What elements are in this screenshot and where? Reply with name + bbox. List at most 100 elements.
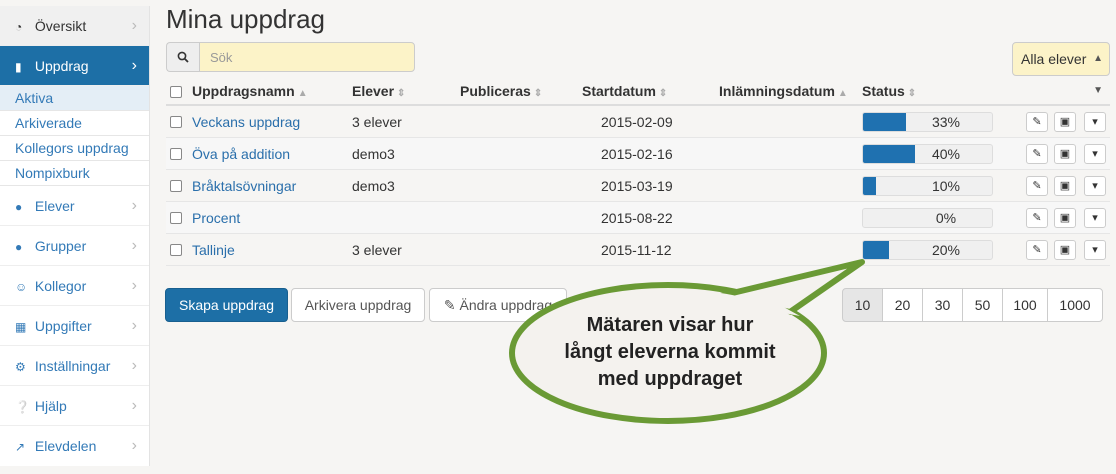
- sidebar-item-elever[interactable]: ● Elever ›: [0, 186, 149, 226]
- book-icon: ▮: [15, 60, 22, 74]
- students-cell: 3 elever: [352, 114, 402, 130]
- sidebar-item-uppdrag[interactable]: ▮ Uppdrag ›: [0, 46, 149, 86]
- row-checkbox[interactable]: [170, 244, 182, 256]
- stats-icon[interactable]: ▣: [1054, 208, 1076, 228]
- edit-assignment-label: Ändra uppdrag: [459, 297, 553, 313]
- select-all-checkbox[interactable]: [170, 86, 182, 98]
- stats-icon[interactable]: ▣: [1054, 176, 1076, 196]
- header-start[interactable]: Startdatum ⇕: [582, 78, 667, 107]
- smile-icon: ☺: [15, 280, 28, 294]
- assignment-link[interactable]: Veckans uppdrag: [192, 106, 300, 138]
- dropdown-icon[interactable]: ▾: [1084, 176, 1106, 196]
- search-button[interactable]: [166, 42, 199, 72]
- table-row: Bråktalsövningar demo3 2015-03-19 10% ✎ …: [166, 170, 1110, 202]
- page-size-1000[interactable]: 1000: [1047, 288, 1103, 322]
- callout-line: långt eleverna kommit: [564, 341, 776, 363]
- edit-icon[interactable]: ✎: [1026, 240, 1048, 260]
- student-filter-select[interactable]: Alla elever ▲ ▼: [1012, 42, 1110, 96]
- students-cell: 3 elever: [352, 242, 402, 258]
- sidebar-item-kollegor[interactable]: ☺ Kollegor ›: [0, 266, 149, 306]
- row-checkbox[interactable]: [170, 180, 182, 192]
- progress-percent: 33%: [931, 114, 961, 130]
- sidebar-item-label: Hjälp: [34, 398, 67, 414]
- page-size-30[interactable]: 30: [922, 288, 963, 322]
- create-assignment-button[interactable]: Skapa uppdrag: [165, 288, 288, 322]
- sort-icon: ⇕: [658, 88, 668, 99]
- dropdown-icon[interactable]: ▾: [1084, 240, 1106, 260]
- chevron-right-icon: ›: [131, 357, 137, 374]
- page-size-50[interactable]: 50: [962, 288, 1003, 322]
- dropdown-icon[interactable]: ▾: [1084, 112, 1106, 132]
- table-row: Procent 2015-08-22 0% ✎ ▣ ▾: [166, 202, 1110, 234]
- user-icon: ●: [15, 200, 23, 214]
- students-cell: demo3: [352, 146, 395, 162]
- sort-asc-icon: ▲: [837, 88, 848, 99]
- users-icon: ●: [15, 240, 23, 254]
- row-checkbox[interactable]: [170, 212, 182, 224]
- sidebar-item-uppgifter[interactable]: ▦ Uppgifter ›: [0, 306, 149, 346]
- subitem-arkiverade[interactable]: Arkiverade: [0, 111, 149, 136]
- header-students[interactable]: Elever ⇕: [352, 78, 405, 107]
- sidebar-item-grupper[interactable]: ● Grupper ›: [0, 226, 149, 266]
- edit-icon[interactable]: ✎: [1026, 112, 1048, 132]
- sidebar-item-elevdelen[interactable]: ↗ Elevdelen ›: [0, 426, 149, 466]
- search-group: [166, 42, 415, 72]
- search-icon: [177, 51, 189, 63]
- edit-icon[interactable]: ✎: [1026, 176, 1048, 196]
- edit-icon[interactable]: ✎: [1026, 144, 1048, 164]
- sidebar-item-label: Uppgifter: [34, 318, 92, 334]
- stats-icon[interactable]: ▣: [1054, 144, 1076, 164]
- subitem-kollegors-uppdrag[interactable]: Kollegors uppdrag: [0, 136, 149, 161]
- sidebar-item-oversikt[interactable]: ◔ Översikt ›: [0, 6, 149, 46]
- callout-text: Mätaren visar hur långt eleverna kommit …: [520, 312, 820, 393]
- dashboard-icon: ◔: [15, 20, 23, 34]
- row-checkbox[interactable]: [170, 116, 182, 128]
- grid-icon: ▦: [15, 320, 27, 334]
- assignment-link[interactable]: Öva på addition: [192, 138, 290, 170]
- stats-icon[interactable]: ▣: [1054, 240, 1076, 260]
- sort-icon: ⇕: [533, 88, 543, 99]
- stats-icon[interactable]: ▣: [1054, 112, 1076, 132]
- subitem-nompixburk[interactable]: Nompixburk: [0, 161, 149, 186]
- progress-fill: [863, 241, 889, 259]
- header-status[interactable]: Status ⇕: [862, 78, 916, 107]
- chevron-right-icon: ›: [131, 277, 137, 294]
- progress-fill: [863, 177, 876, 195]
- assignment-link[interactable]: Bråktalsövningar: [192, 170, 296, 202]
- assignment-link[interactable]: Tallinje: [192, 234, 235, 266]
- start-date-cell: 2015-03-19: [601, 178, 673, 194]
- page-size-10[interactable]: 10: [842, 288, 883, 322]
- archive-assignment-button[interactable]: Arkivera uppdrag: [291, 288, 425, 322]
- progress-percent: 0%: [935, 210, 957, 226]
- progress-percent: 20%: [931, 242, 961, 258]
- search-input[interactable]: [199, 42, 415, 72]
- table-row: Tallinje 3 elever 2015-11-12 20% ✎ ▣ ▾: [166, 234, 1110, 266]
- chevron-right-icon: ›: [131, 197, 137, 214]
- edit-icon[interactable]: ✎: [1026, 208, 1048, 228]
- assignment-link[interactable]: Procent: [192, 202, 240, 234]
- dropdown-icon[interactable]: ▾: [1084, 208, 1106, 228]
- header-name[interactable]: Uppdragsnamn ▲: [192, 78, 308, 107]
- sidebar-item-hjalp[interactable]: ❔ Hjälp ›: [0, 386, 149, 426]
- edit-icon: ✎: [443, 297, 456, 313]
- row-checkbox[interactable]: [170, 148, 182, 160]
- start-date-cell: 2015-08-22: [601, 210, 673, 226]
- header-due[interactable]: Inlämningsdatum ▲: [719, 78, 848, 107]
- page-size-selector: 10 20 30 50 100 1000: [842, 288, 1103, 322]
- page-size-20[interactable]: 20: [882, 288, 923, 322]
- chevron-right-icon: ›: [131, 437, 137, 454]
- sidebar-item-label: Elever: [34, 198, 75, 214]
- page-size-100[interactable]: 100: [1002, 288, 1048, 322]
- sidebar-item-installningar[interactable]: ⚙ Inställningar ›: [0, 346, 149, 386]
- sidebar: ◔ Översikt › ▮ Uppdrag › Aktiva Arkivera…: [0, 6, 150, 466]
- sidebar-item-label: Kollegor: [34, 278, 87, 294]
- subitem-aktiva[interactable]: Aktiva: [0, 86, 149, 111]
- sort-icon: ⇕: [397, 88, 406, 99]
- sort-icon: ⇕: [907, 88, 917, 99]
- dropdown-icon[interactable]: ▾: [1084, 144, 1106, 164]
- students-cell: demo3: [352, 178, 395, 194]
- header-published[interactable]: Publiceras ⇕: [460, 78, 542, 107]
- external-link-icon: ↗: [15, 440, 26, 454]
- progress-percent: 40%: [931, 146, 961, 162]
- chevron-right-icon: ›: [131, 17, 137, 34]
